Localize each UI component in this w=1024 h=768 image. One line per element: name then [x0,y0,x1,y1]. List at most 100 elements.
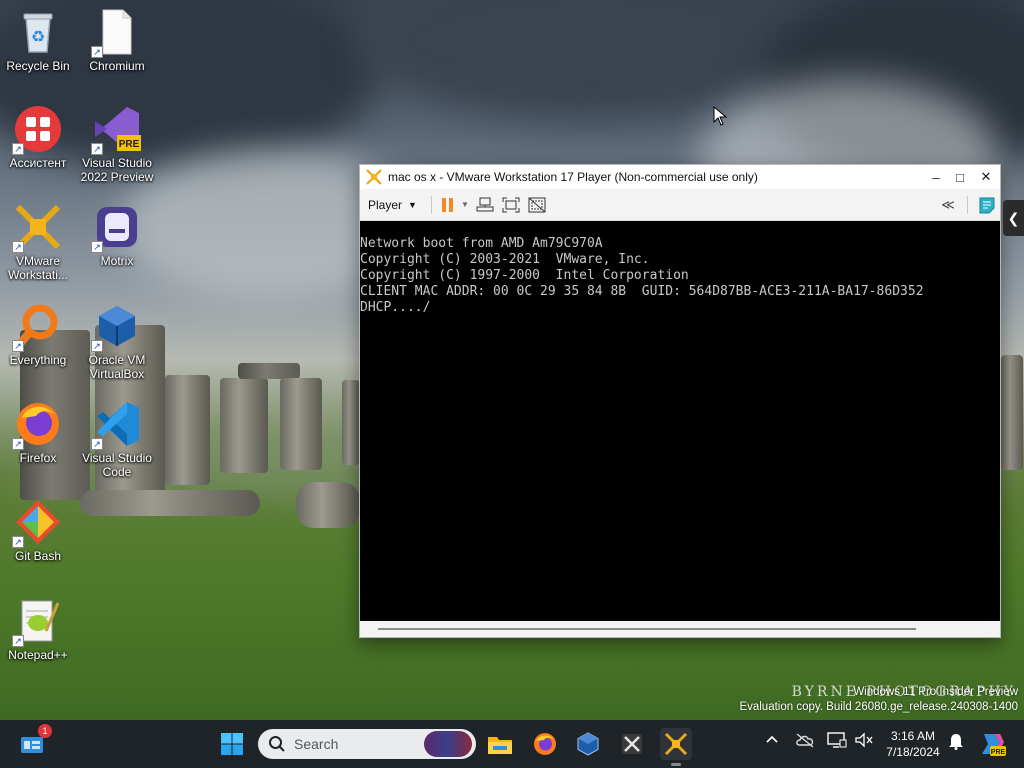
stone [342,380,360,465]
start-button[interactable] [216,728,248,760]
desktop-icon-label: Oracle VM VirtualBox [88,353,146,381]
recycle-bin-icon: ♻ [14,8,62,56]
message-log-icon [979,197,995,213]
unity-button[interactable] [524,193,550,217]
toolbar-separator [430,195,432,214]
desktop-icon-label: Notepad++ [8,648,68,662]
windows-edition-text: Windows 11 Pro Insider Preview [853,686,1018,698]
desktop-icon-label: Visual Studio Code [82,451,152,479]
window-title: mac os x - VMware Workstation 17 Player … [388,170,758,184]
desktop-icon-motrix[interactable]: ↗ Motrix [79,203,155,268]
fit-window-icon [502,197,520,212]
vm-console-screen[interactable]: Network boot from AMD Am79C970A Copyright… [360,221,1000,621]
stone [165,375,210,485]
display-button[interactable] [827,732,847,751]
git-bash-icon: ↗ [12,498,62,548]
shortcut-arrow-icon: ↗ [91,438,103,450]
volume-button[interactable] [854,732,874,751]
stone [220,378,268,473]
double-chevron-left-icon: ≪ [941,196,955,212]
shortcut-arrow-icon: ↗ [12,143,24,155]
desktop-icon-label: Motrix [100,254,134,268]
onedrive-button[interactable] [795,732,815,751]
pause-button[interactable] [438,193,458,217]
desktop-icon-label: Git Bash [14,549,62,563]
taskbar-firefox[interactable] [529,728,561,760]
player-menu-label: Player [368,197,403,212]
desktop-icon-visual-studio-preview[interactable]: PRE ↗ Visual Studio 2022 Preview [79,105,155,184]
shortcut-arrow-icon: ↗ [12,536,24,548]
scrollbar-thumb[interactable] [378,628,916,630]
maximize-button[interactable]: □ [948,165,972,189]
taskbar-clock[interactable]: 3:16 AM 7/18/2024 [880,728,946,760]
desktop-icon-label: Firefox [19,451,57,465]
virtualbox-icon [577,732,599,756]
taskbar-file-explorer[interactable] [484,728,516,760]
message-log-button[interactable] [974,193,1000,217]
svg-text:♻: ♻ [31,29,45,46]
desktop-icon-vmware[interactable]: ↗ VMware Workstati... [0,203,76,282]
visual-studio-preview-icon: PRE ↗ [91,105,141,155]
horizontal-scrollbar[interactable] [360,621,1000,637]
desktop-icon-firefox[interactable]: ↗ Firefox [0,400,76,465]
active-app-indicator [671,763,681,766]
notepad-plus-plus-icon: ↗ [12,597,62,647]
mouse-cursor-icon [713,105,728,131]
taskbar-search-box[interactable]: Search [258,729,476,759]
collapse-toolbar-button[interactable]: ≪ [935,193,961,217]
desktop-icon-label: Everything [9,353,67,367]
shortcut-arrow-icon: ↗ [91,143,103,155]
stone [280,378,322,470]
taskbar-vmware[interactable] [660,728,692,766]
motrix-icon: ↗ [91,203,141,253]
clock-time: 3:16 AM [890,729,936,743]
show-hidden-icons-button[interactable] [764,732,780,751]
shortcut-arrow-icon: ↗ [12,635,24,647]
desktop-icon-git-bash[interactable]: ↗ Git Bash [0,498,76,563]
console-line: Copyright (C) 1997-2000 Intel Corporatio… [360,268,689,283]
assistant-icon: ↗ [12,105,62,155]
taskbar-virtualbox[interactable] [572,728,604,760]
pause-dropdown-button[interactable]: ▼ [458,193,472,217]
pre-badge: PRE [119,139,140,150]
close-button[interactable]: ✕ [972,165,1000,189]
desktop-icon-recycle-bin[interactable]: ♻ Recycle Bin [0,8,76,73]
notifications-button[interactable] [948,732,964,753]
desktop-icon-everything[interactable]: ↗ Everything [0,302,76,367]
start-icon [221,733,243,755]
shortcut-arrow-icon: ↗ [91,241,103,253]
vmware-toolbar: Player ▼ ▼ ≪ [360,189,1000,221]
search-highlight-image [424,731,472,757]
fit-guest-button[interactable] [498,193,524,217]
firefox-icon [534,733,556,755]
player-menu-button[interactable]: Player ▼ [360,193,425,217]
window-titlebar[interactable]: mac os x - VMware Workstation 17 Player … [360,165,1000,189]
desktop-icon-chromium[interactable]: ↗ Chromium [79,8,155,73]
desktop-icon-virtualbox[interactable]: ↗ Oracle VM VirtualBox [79,302,155,381]
taskbar-capcut[interactable] [616,728,648,760]
desktop-icon-label: Visual Studio 2022 Preview [80,156,154,184]
file-explorer-icon [488,737,512,754]
vmware-icon: ↗ [12,203,62,253]
send-ctrl-alt-del-button[interactable] [472,193,498,217]
widgets-button[interactable]: 1 [16,724,52,760]
edge-flyout-tab[interactable]: ❮ [1003,200,1024,236]
vmware-player-window[interactable]: mac os x - VMware Workstation 17 Player … [359,164,1001,638]
desktop-icon-vscode[interactable]: ↗ Visual Studio Code [79,400,155,479]
vmware-title-icon [366,169,382,185]
fallen-stone [80,490,260,516]
everything-search-icon: ↗ [12,302,62,352]
copilot-button[interactable]: PRE [976,728,1008,760]
evaluation-copy-text: Evaluation copy. Build 26080.ge_release.… [739,701,1018,713]
vscode-icon: ↗ [91,400,141,450]
pre-badge: PRE [991,749,1006,756]
toolbar-separator [967,195,968,214]
mute-icon [855,732,873,748]
desktop-icon-assistant[interactable]: ↗ Ассистент [0,105,76,170]
notification-badge: 1 [38,724,52,738]
minimize-button[interactable]: – [924,165,948,189]
fallen-stone [296,482,360,528]
virtualbox-icon: ↗ [91,302,141,352]
desktop-icon-notepad-plus-plus[interactable]: ↗ Notepad++ [0,597,76,662]
notification-bell-icon [949,734,963,750]
